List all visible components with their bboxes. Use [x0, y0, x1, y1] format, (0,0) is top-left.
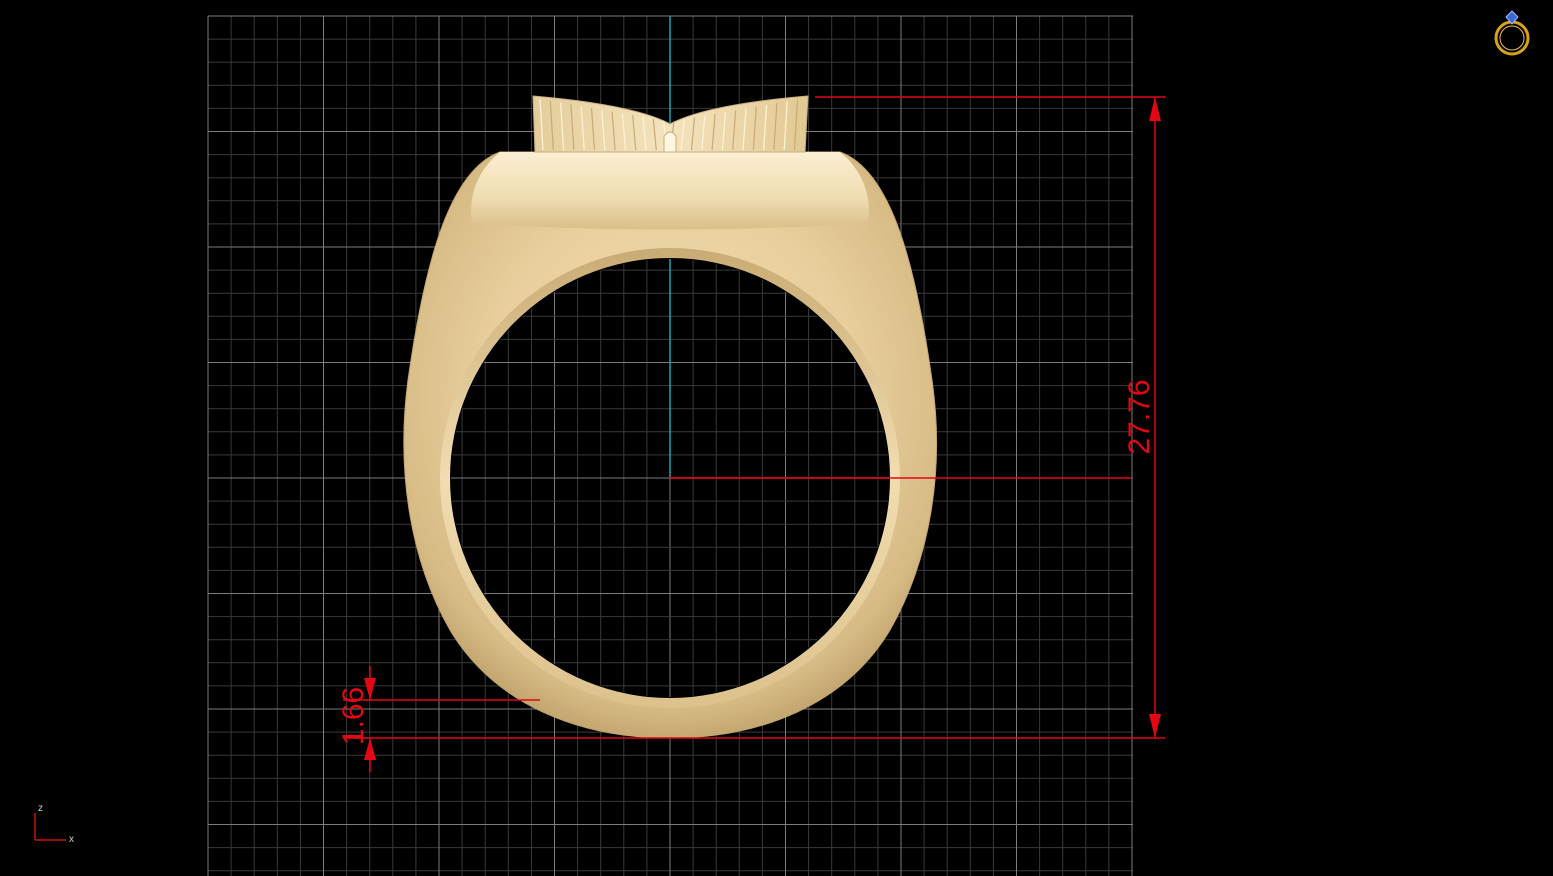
ring-head-clasp: [663, 131, 677, 153]
axis-x-label: x: [69, 834, 74, 845]
dim-total-top-arrow: [1149, 97, 1161, 121]
dim-thickness-label[interactable]: 1.66: [337, 687, 370, 745]
viewport-canvas[interactable]: 27.76 1.66 z x: [0, 0, 1553, 876]
dim-total-height-label[interactable]: 27.76: [1123, 379, 1156, 454]
dim-total-bottom-arrow: [1149, 714, 1161, 738]
ring-top-face: [471, 152, 869, 230]
axis-indicator: z x: [34, 803, 74, 845]
3d-viewport[interactable]: 27.76 1.66 z x: [0, 0, 1553, 876]
ring-logo-icon[interactable]: [1494, 10, 1530, 56]
axis-z-label: z: [38, 803, 43, 814]
